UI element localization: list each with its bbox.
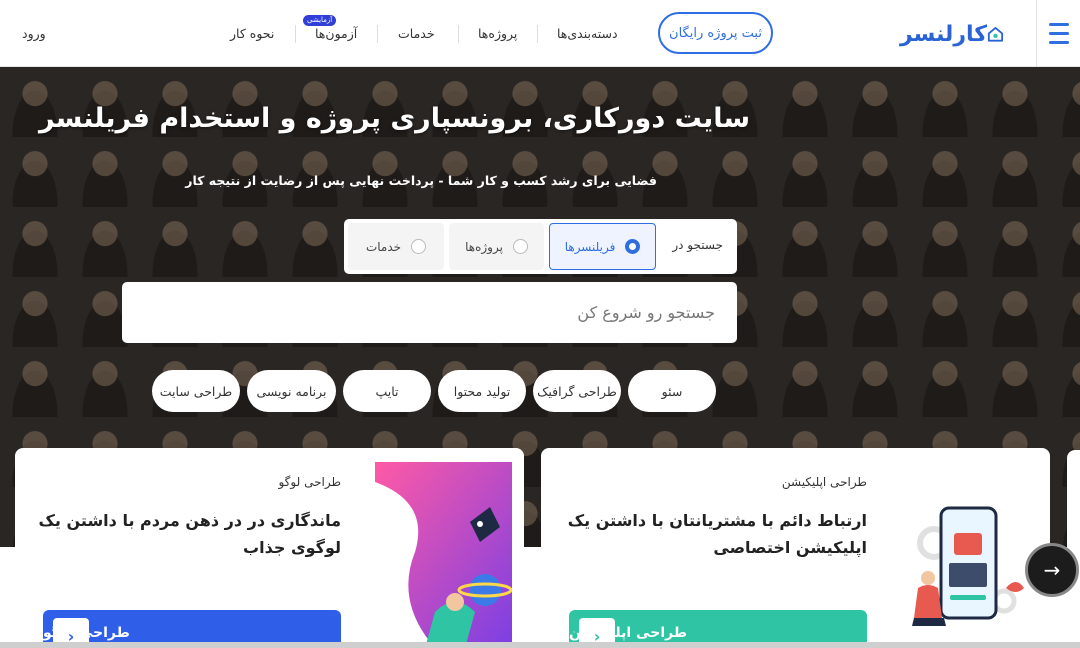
nav-projects[interactable]: پروژه‌ها (478, 0, 517, 67)
tab-projects-label: پروژه‌ها (465, 239, 503, 254)
chip-graphic-design[interactable]: طراحی گرافیک (533, 370, 621, 412)
site-logo[interactable]: کارلنسر (900, 16, 1006, 52)
chip-typing[interactable]: تایپ (343, 370, 431, 412)
nav-how-it-works[interactable]: نحوه کار (230, 0, 274, 67)
chip-content-writing[interactable]: تولید محتوا (438, 370, 526, 412)
tab-services-label: خدمات (365, 239, 402, 254)
beta-badge: آزمایشی (303, 15, 337, 26)
login-link[interactable]: ورود (22, 0, 46, 67)
card-tag: طراحی اپلیکیشن (781, 475, 867, 489)
window-bottom-edge (0, 642, 1080, 648)
site-header: کارلنسر ثبت پروژه رایگان دسته‌بندی‌ها پر… (0, 0, 1080, 67)
hamburger-menu-icon[interactable] (1036, 0, 1080, 67)
tab-services[interactable]: خدمات (348, 223, 444, 270)
chip-web-design[interactable]: طراحی سایت (152, 370, 240, 412)
arrow-right-icon: → (1043, 558, 1061, 582)
tab-projects[interactable]: پروژه‌ها (449, 223, 544, 270)
card-title-line: لوگوی جذاب (243, 538, 341, 557)
chip-programming[interactable]: برنامه نویسی (247, 370, 336, 412)
search-in-label: جستجو در (672, 238, 723, 252)
promo-card-app-design[interactable]: طراحی اپلیکیشن ارتباط دائم با مشتریانتان… (541, 448, 1050, 648)
radio-unselected-icon (512, 239, 528, 254)
nav-divider (537, 25, 538, 43)
tab-freelancers-label: فریلنسرها (564, 239, 616, 254)
radio-unselected-icon (411, 239, 427, 254)
card-title-line: ارتباط دائم با مشتریانتان با داشتن یک (567, 511, 867, 530)
search-type-selector: جستجو در فریلنسرها پروژه‌ها خدمات (344, 219, 737, 274)
nav-divider (295, 25, 296, 43)
nav-categories[interactable]: دسته‌بندی‌ها (557, 0, 618, 67)
tab-freelancers[interactable]: فریلنسرها (549, 223, 656, 270)
hero-title: سایت دورکاری، برونسپاری پروژه و استخدام … (39, 103, 750, 134)
nav-divider (377, 25, 378, 43)
chip-seo[interactable]: سئو (628, 370, 716, 412)
card-tag: طراحی لوگو (278, 475, 341, 489)
promo-card-logo-design[interactable]: طراحی لوگو ماندگاری در در ذهن مردم با دا… (15, 448, 524, 648)
app-phone-illustration (912, 506, 1024, 626)
logo-design-illustration (375, 462, 512, 648)
card-title-line: ماندگاری در در ذهن مردم با داشتن یک (38, 511, 341, 530)
logo-text: کارلنسر (900, 21, 988, 47)
post-free-project-button[interactable]: ثبت پروژه رایگان (658, 12, 773, 54)
radio-selected-icon (625, 239, 641, 254)
nav-services[interactable]: خدمات (398, 0, 435, 67)
card-title: ماندگاری در در ذهن مردم با داشتن یک لوگو… (39, 507, 341, 561)
nav-divider (458, 25, 459, 43)
card-title-line: اپلیکیشن اختصاصی (713, 538, 867, 557)
search-input[interactable] (122, 282, 737, 343)
hero-subtitle: فضایی برای رشد کسب و کار شما - پرداخت نه… (185, 173, 657, 188)
logo-house-icon (987, 27, 1004, 42)
nav-tests[interactable]: آزمون‌ها (315, 0, 357, 67)
card-title: ارتباط دائم با مشتریانتان با داشتن یک اپ… (568, 507, 867, 561)
carousel-next-button[interactable]: → (1025, 543, 1079, 597)
